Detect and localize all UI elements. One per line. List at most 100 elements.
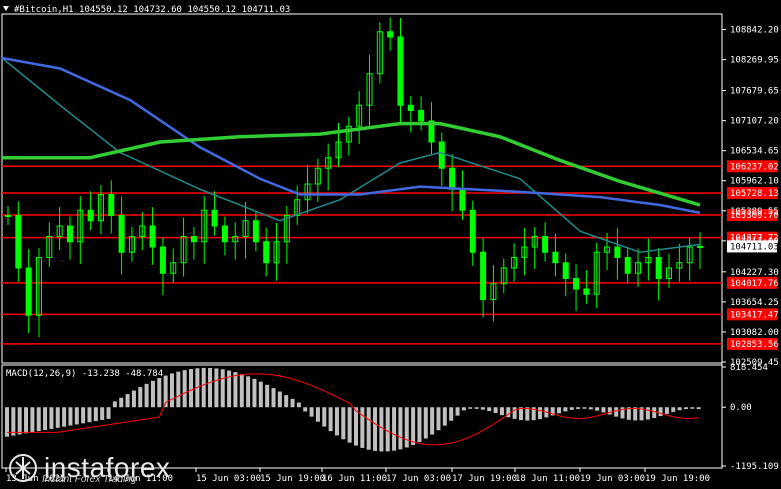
candle-body [573, 277, 580, 290]
price-tick-label: 103082.00 [730, 328, 779, 338]
price-tick-label: 107679.65 [730, 87, 779, 97]
macd-bar [36, 407, 41, 432]
candle-body [190, 235, 197, 243]
macd-bar [354, 407, 358, 446]
level-tag-label: 105728.13 [730, 189, 779, 199]
candle-body [159, 246, 166, 274]
macd-bar [74, 407, 79, 425]
macd-bar [49, 407, 54, 429]
price-chart[interactable]: #Bitcoin,H1 104550.12 104732.60 104550.1… [0, 0, 781, 489]
level-tag-label: 103417.47 [730, 310, 779, 320]
macd-bar [322, 407, 327, 427]
macd-bar [512, 407, 517, 419]
macd-bar [398, 407, 403, 450]
macd-bar [493, 407, 498, 414]
macd-bar [385, 407, 390, 452]
price-tick-label: 108842.20 [730, 26, 779, 36]
macd-bar [24, 407, 29, 434]
macd-tick-label: 818.454 [730, 363, 768, 373]
macd-bar [290, 398, 295, 408]
time-tick-label: 19 Jun 03:00 [580, 474, 645, 484]
collapse-triangle-icon[interactable] [3, 6, 9, 11]
macd-bar [645, 407, 650, 420]
macd-bar [449, 407, 454, 421]
candle-body [480, 251, 487, 300]
macd-bar [607, 407, 612, 415]
candle-body [449, 167, 456, 190]
macd-bar [81, 407, 86, 424]
macd-bar [423, 407, 428, 439]
macd-signal-line [7, 373, 699, 446]
candle-body [149, 225, 156, 248]
candle-body [697, 245, 703, 248]
macd-bar [296, 402, 301, 408]
macd-bar [214, 368, 219, 408]
price-tick-label: 105962.10 [730, 177, 779, 187]
macd-bar [100, 407, 105, 420]
macd-bar [595, 407, 600, 411]
macd-bar [182, 370, 187, 408]
time-tick-label: 15 Jun 03:00 [196, 474, 261, 484]
candle-body [221, 225, 228, 243]
macd-bar [252, 378, 257, 408]
macd-bar [360, 407, 365, 448]
macd-bar [176, 371, 181, 408]
macd-bar [683, 407, 688, 410]
level-tag-label: 106237.02 [730, 162, 779, 172]
macd-bar [189, 368, 194, 408]
macd-bar [588, 407, 593, 410]
price-tick-label: 107107.20 [730, 117, 779, 127]
macd-bar [474, 407, 479, 409]
candle-body [66, 225, 73, 243]
macd-bar [334, 407, 339, 436]
candle-body [459, 188, 466, 211]
price-tick-label: 105389.55 [730, 207, 779, 217]
candle-body [211, 209, 218, 227]
candle-body [542, 235, 549, 253]
support-resistance-levels: 106237.02105728.13105309.70104877.721040… [2, 160, 779, 350]
macd-bar [436, 407, 441, 431]
candle-body [583, 288, 590, 295]
macd-bar [379, 407, 384, 452]
candle-body [418, 109, 425, 122]
macd-bar [227, 370, 232, 408]
candles [5, 17, 703, 338]
macd-bar [93, 407, 98, 422]
macd-bar [658, 407, 663, 417]
macd-bar [303, 407, 308, 412]
macd-bar [201, 367, 206, 408]
macd-bar [582, 407, 587, 409]
price-tick-label: 108269.95 [730, 56, 779, 66]
macd-bar [17, 407, 22, 435]
macd-bar [499, 407, 504, 416]
macd-bar [315, 407, 320, 422]
candle-body [252, 220, 259, 243]
macd-bar [87, 407, 92, 423]
macd-bar [601, 407, 606, 413]
macd-bar [277, 391, 282, 408]
macd-bar [468, 407, 473, 409]
macd-bar [106, 407, 111, 419]
macd-bar [341, 407, 346, 440]
macd-bar [614, 407, 619, 417]
macd-bar [328, 407, 333, 432]
macd-bar [309, 407, 314, 417]
candle-body [87, 209, 94, 222]
macd-bar [144, 383, 149, 408]
macd-tick-label: -1195.109 [730, 462, 779, 472]
macd-bar [55, 407, 60, 428]
macd-bar [169, 373, 174, 408]
macd-bar [455, 407, 460, 416]
macd-bar [538, 407, 543, 420]
macd-bar [633, 407, 638, 421]
macd-bar [119, 397, 124, 408]
macd-bar [11, 407, 16, 436]
symbol-info: #Bitcoin,H1 104550.12 104732.60 104550.1… [14, 5, 290, 15]
macd-bar [347, 407, 352, 443]
macd-bar [220, 369, 225, 408]
macd-bar [233, 372, 238, 408]
brand-tagline: Instant Forex Trading [42, 474, 137, 485]
macd-bar [664, 407, 669, 414]
candle-body [108, 193, 115, 216]
macd-bar [373, 407, 378, 451]
